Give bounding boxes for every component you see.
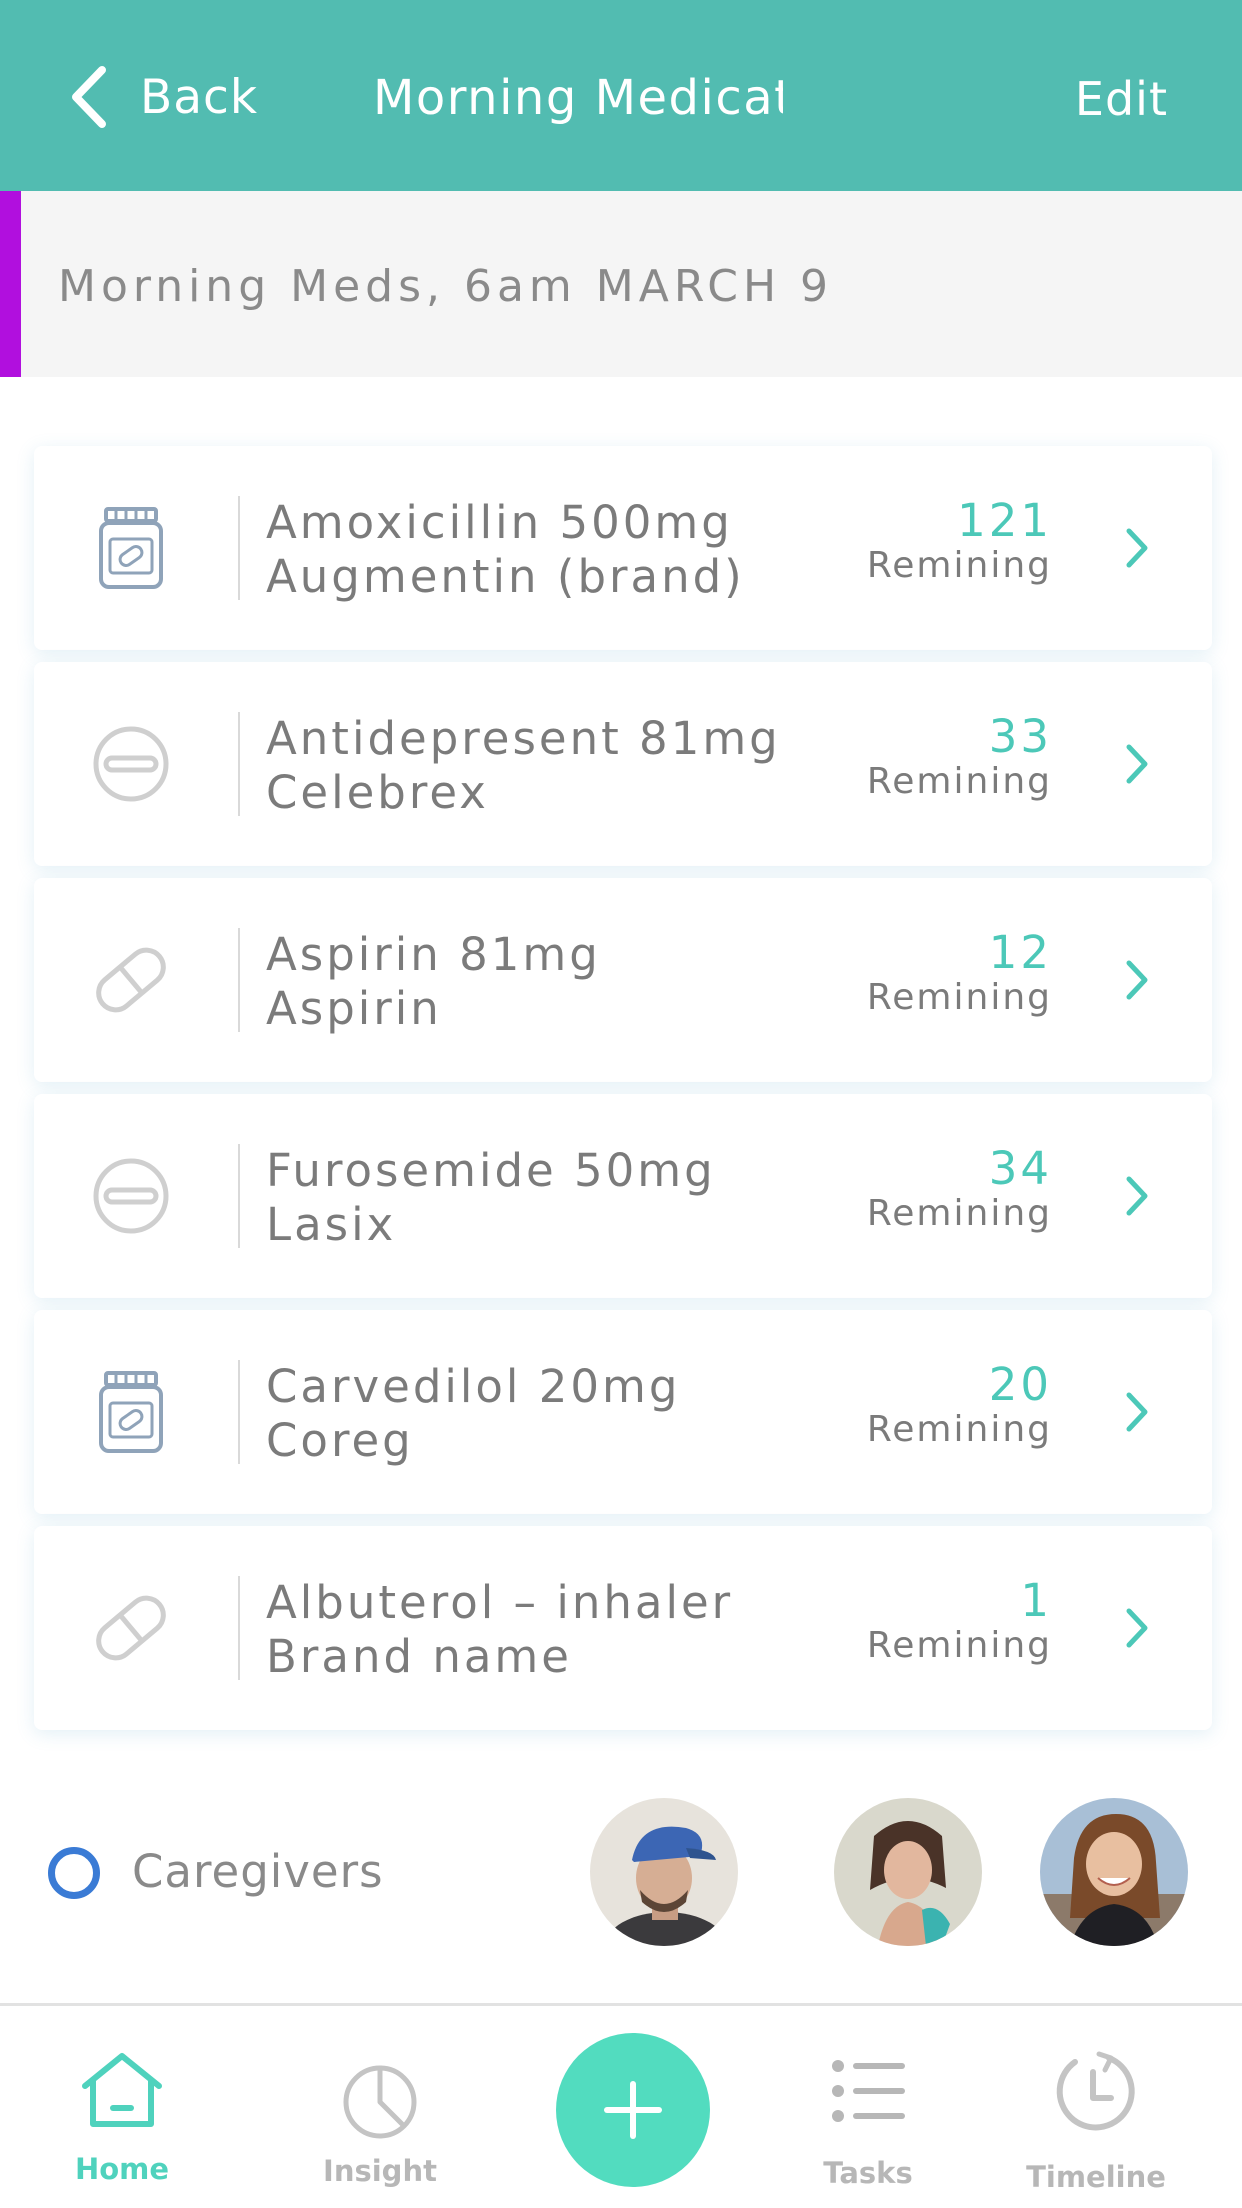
avatar-photo	[1040, 1798, 1188, 1946]
add-button[interactable]	[556, 2033, 710, 2187]
chevron-right-icon	[1126, 744, 1148, 784]
medication-brand: Coreg	[266, 1414, 414, 1467]
pill-bottle-icon	[99, 1371, 163, 1453]
tab-label: Tasks	[823, 2156, 913, 2190]
pie-chart-icon	[343, 2065, 417, 2139]
medication-name: Antidepresent 81mg	[266, 712, 781, 765]
medication-name: Furosemide 50mg	[266, 1144, 716, 1197]
remaining-count: 20 Remining	[867, 1360, 1052, 1450]
card-divider	[238, 1144, 240, 1248]
list-icon	[832, 2060, 905, 2122]
remaining-number: 1	[1020, 1574, 1052, 1627]
remaining-number: 12	[988, 926, 1052, 979]
schedule-title: Morning Meds, 6am MARCH 9	[58, 261, 834, 312]
chevron-right-icon	[1126, 1176, 1148, 1216]
tab-label: Insight	[323, 2154, 437, 2188]
caregiver-avatar[interactable]	[1040, 1798, 1188, 1946]
medication-card[interactable]: Albuterol – inhaler Brand name 1 Reminin…	[34, 1526, 1212, 1730]
edit-button[interactable]: Edit	[1075, 72, 1168, 126]
caregivers-radio[interactable]	[48, 1847, 100, 1899]
remaining-label: Remining	[866, 761, 1052, 802]
chevron-right-icon	[1126, 960, 1148, 1000]
caregivers-label: Caregivers	[132, 1845, 384, 1898]
tab-label: Home	[74, 2152, 170, 2186]
home-icon	[82, 2053, 162, 2127]
medication-text: Aspirin 81mg Aspirin	[266, 928, 601, 1036]
back-label: Back	[140, 69, 259, 125]
medication-card[interactable]: Carvedilol 20mg Coreg 20 Remining	[34, 1310, 1212, 1514]
card-divider	[238, 496, 240, 600]
caregiver-avatar[interactable]	[590, 1798, 738, 1946]
avatar-photo	[590, 1798, 738, 1946]
remaining-number: 20	[988, 1358, 1052, 1411]
tab-insight[interactable]: Insight	[280, 2006, 480, 2208]
banner-accent-bar	[0, 191, 21, 377]
medication-name: Albuterol – inhaler	[266, 1576, 734, 1629]
medication-card[interactable]: Aspirin 81mg Aspirin 12 Remining	[34, 878, 1212, 1082]
medication-text: Antidepresent 81mg Celebrex	[266, 712, 781, 820]
remaining-count: 33 Remining	[867, 712, 1052, 802]
medication-brand: Lasix	[266, 1198, 397, 1251]
medication-list: Amoxicillin 500mg Augmentin (brand) 121 …	[34, 446, 1212, 1742]
capsule-icon	[96, 1595, 166, 1661]
medication-name: Amoxicillin 500mg	[266, 496, 733, 549]
medication-card[interactable]: Antidepresent 81mg Celebrex 33 Remining	[34, 662, 1212, 866]
chevron-right-icon	[1126, 1608, 1148, 1648]
medication-name: Aspirin 81mg	[266, 928, 601, 981]
medication-text: Albuterol – inhaler Brand name	[266, 1576, 733, 1684]
medication-brand: Augmentin (brand)	[266, 550, 745, 603]
chevron-left-icon	[72, 66, 106, 128]
remaining-label: Remining	[866, 1193, 1052, 1234]
remaining-count: 121 Remining	[867, 496, 1052, 586]
schedule-banner: Morning Meds, 6am MARCH 9	[0, 191, 1242, 377]
chevron-right-icon	[1126, 528, 1148, 568]
round-tablet-icon	[93, 1158, 169, 1234]
card-divider	[238, 928, 240, 1032]
tab-home[interactable]: Home	[22, 2006, 222, 2208]
medication-brand: Aspirin	[266, 982, 442, 1035]
avatar-photo	[834, 1798, 982, 1946]
capsule-icon	[96, 947, 166, 1013]
remaining-label: Remining	[866, 977, 1052, 1018]
card-divider	[238, 1360, 240, 1464]
caregivers-section: Caregivers	[0, 1790, 1242, 1950]
caregiver-avatar[interactable]	[834, 1798, 982, 1946]
chevron-right-icon	[1126, 1392, 1148, 1432]
medication-name: Carvedilol 20mg	[266, 1360, 681, 1413]
medication-text: Carvedilol 20mg Coreg	[266, 1360, 680, 1468]
tab-tasks[interactable]: Tasks	[768, 2006, 968, 2208]
remaining-number: 121	[957, 494, 1052, 547]
round-tablet-icon	[93, 726, 169, 802]
nav-header: Back Morning Medicati Edit	[0, 0, 1242, 191]
remaining-count: 34 Remining	[867, 1144, 1052, 1234]
medication-text: Amoxicillin 500mg Augmentin (brand)	[266, 496, 745, 604]
remaining-number: 33	[988, 710, 1052, 763]
card-divider	[238, 712, 240, 816]
remaining-count: 12 Remining	[867, 928, 1052, 1018]
card-divider	[238, 1576, 240, 1680]
page-title: Morning Medicati	[373, 70, 783, 126]
medication-text: Furosemide 50mg Lasix	[266, 1144, 716, 1252]
medication-brand: Brand name	[266, 1630, 572, 1683]
tab-label: Timeline	[1026, 2160, 1166, 2194]
remaining-label: Remining	[866, 545, 1052, 586]
back-button[interactable]: Back	[68, 62, 258, 132]
remaining-count: 1 Remining	[867, 1576, 1052, 1666]
remaining-label: Remining	[866, 1625, 1052, 1666]
tab-timeline[interactable]: Timeline	[996, 2006, 1196, 2208]
medication-brand: Celebrex	[266, 766, 489, 819]
medication-card[interactable]: Furosemide 50mg Lasix 34 Remining	[34, 1094, 1212, 1298]
plus-icon	[604, 2081, 662, 2139]
pill-bottle-icon	[99, 507, 163, 589]
clock-history-icon	[1056, 2051, 1135, 2131]
remaining-number: 34	[988, 1142, 1052, 1195]
remaining-label: Remining	[866, 1409, 1052, 1450]
medication-card[interactable]: Amoxicillin 500mg Augmentin (brand) 121 …	[34, 446, 1212, 650]
